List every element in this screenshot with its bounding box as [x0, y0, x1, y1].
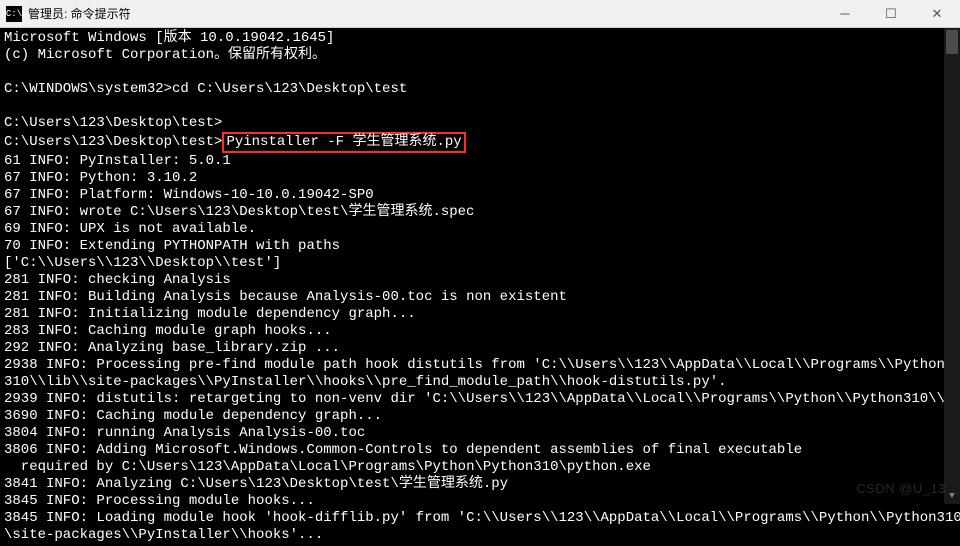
terminal-line: 3804 INFO: running Analysis Analysis-00.… [4, 425, 956, 442]
prompt: C:\Users\123\Desktop\test> [4, 134, 222, 150]
terminal-line: 3841 INFO: Analyzing C:\Users\123\Deskto… [4, 476, 956, 493]
terminal-line: C:\Users\123\Desktop\test>Pyinstaller -F… [4, 132, 956, 153]
terminal-line: (c) Microsoft Corporation。保留所有权利。 [4, 47, 956, 64]
window-titlebar: C:\ 管理员: 命令提示符 ─ ☐ ✕ [0, 0, 960, 28]
terminal-line: 61 INFO: PyInstaller: 5.0.1 [4, 153, 956, 170]
close-button[interactable]: ✕ [914, 0, 960, 28]
terminal-line: 3806 INFO: Adding Microsoft.Windows.Comm… [4, 442, 956, 459]
terminal-line [4, 64, 956, 81]
terminal-line: C:\WINDOWS\system32>cd C:\Users\123\Desk… [4, 81, 956, 98]
vertical-scrollbar[interactable]: ▲ ▼ [944, 28, 960, 504]
cmd-icon: C:\ [6, 6, 22, 22]
scroll-down-icon[interactable]: ▼ [944, 488, 960, 504]
terminal-line: 3845 INFO: Processing module hooks... [4, 493, 956, 510]
terminal-line: 310\\lib\\site-packages\\PyInstaller\\ho… [4, 374, 956, 391]
terminal-line: 67 INFO: Platform: Windows-10-10.0.19042… [4, 187, 956, 204]
maximize-button[interactable]: ☐ [868, 0, 914, 28]
terminal-output[interactable]: Microsoft Windows [版本 10.0.19042.1645](c… [0, 28, 960, 546]
terminal-line: \site-packages\\PyInstaller\\hooks'... [4, 527, 956, 544]
terminal-line: 69 INFO: UPX is not available. [4, 221, 956, 238]
terminal-line: 2939 INFO: distutils: retargeting to non… [4, 391, 956, 408]
terminal-line: 281 INFO: Initializing module dependency… [4, 306, 956, 323]
terminal-line: C:\Users\123\Desktop\test> [4, 115, 956, 132]
minimize-button[interactable]: ─ [822, 0, 868, 28]
terminal-line: 292 INFO: Analyzing base_library.zip ... [4, 340, 956, 357]
highlighted-command: Pyinstaller -F 学生管理系统.py [222, 132, 465, 153]
terminal-line: 3690 INFO: Caching module dependency gra… [4, 408, 956, 425]
terminal-line: 281 INFO: Building Analysis because Anal… [4, 289, 956, 306]
terminal-line [4, 98, 956, 115]
terminal-line: ['C:\\Users\\123\\Desktop\\test'] [4, 255, 956, 272]
terminal-line: 281 INFO: checking Analysis [4, 272, 956, 289]
terminal-line: 283 INFO: Caching module graph hooks... [4, 323, 956, 340]
terminal-line: Microsoft Windows [版本 10.0.19042.1645] [4, 30, 956, 47]
terminal-line: 70 INFO: Extending PYTHONPATH with paths [4, 238, 956, 255]
terminal-line: 67 INFO: Python: 3.10.2 [4, 170, 956, 187]
terminal-line: 3845 INFO: Loading module hook 'hook-dif… [4, 510, 956, 527]
terminal-line: required by C:\Users\123\AppData\Local\P… [4, 459, 956, 476]
scrollbar-thumb[interactable] [946, 30, 958, 54]
terminal-line: 67 INFO: wrote C:\Users\123\Desktop\test… [4, 204, 956, 221]
terminal-line: 2938 INFO: Processing pre-find module pa… [4, 357, 956, 374]
watermark: CSDN @U_13 [856, 481, 946, 496]
window-title: 管理员: 命令提示符 [28, 5, 131, 22]
